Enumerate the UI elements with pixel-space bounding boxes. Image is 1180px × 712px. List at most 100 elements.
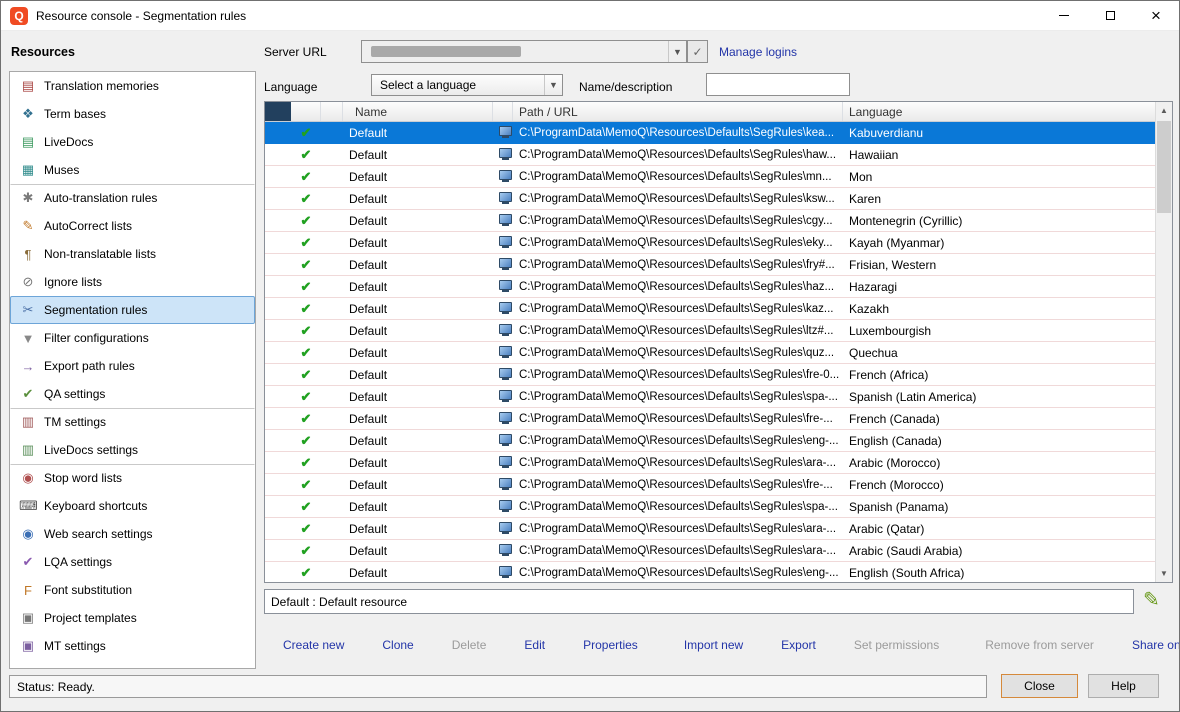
row-selector-cell[interactable] [265, 496, 291, 517]
action-clone[interactable]: Clone [382, 638, 413, 652]
action-import-new[interactable]: Import new [684, 638, 743, 652]
sidebar-item-segmentation-rules[interactable]: ✂Segmentation rules [10, 296, 255, 324]
row-selector-cell[interactable] [265, 364, 291, 385]
table-row[interactable]: ✔DefaultC:\ProgramData\MemoQ\Resources\D… [265, 386, 1155, 408]
table-row[interactable]: ✔DefaultC:\ProgramData\MemoQ\Resources\D… [265, 518, 1155, 540]
table-row[interactable]: ✔DefaultC:\ProgramData\MemoQ\Resources\D… [265, 298, 1155, 320]
table-row[interactable]: ✔DefaultC:\ProgramData\MemoQ\Resources\D… [265, 474, 1155, 496]
close-button[interactable] [1133, 1, 1179, 31]
language-column-header[interactable]: Language [843, 102, 1155, 121]
sidebar-item-filter-configurations[interactable]: ▼Filter configurations [10, 324, 255, 352]
table-row[interactable]: ✔DefaultC:\ProgramData\MemoQ\Resources\D… [265, 144, 1155, 166]
sidebar-item-stop-word-lists[interactable]: ◉Stop word lists [10, 464, 255, 492]
sidebar-item-project-templates[interactable]: ▣Project templates [10, 604, 255, 632]
path-column-header[interactable]: Path / URL [513, 102, 843, 121]
row-selector-cell[interactable] [265, 386, 291, 407]
check-cell: ✔ [291, 364, 321, 385]
sidebar-item-font-substitution[interactable]: FFont substitution [10, 576, 255, 604]
table-row[interactable]: ✔DefaultC:\ProgramData\MemoQ\Resources\D… [265, 210, 1155, 232]
name-column-header[interactable]: Name [343, 102, 493, 121]
row-selector-cell[interactable] [265, 562, 291, 582]
resource-description-input[interactable] [264, 589, 1134, 614]
table-row[interactable]: ✔DefaultC:\ProgramData\MemoQ\Resources\D… [265, 364, 1155, 386]
sidebar-item-label: Auto-translation rules [44, 191, 157, 205]
help-button[interactable]: Help [1088, 674, 1159, 698]
sidebar-item-autocorrect-lists[interactable]: ✎AutoCorrect lists [10, 212, 255, 240]
chevron-down-icon[interactable]: ▼ [544, 75, 562, 95]
action-share-on-server[interactable]: Share on server [1132, 638, 1180, 652]
table-row[interactable]: ✔DefaultC:\ProgramData\MemoQ\Resources\D… [265, 562, 1155, 582]
minimize-button[interactable] [1041, 1, 1087, 31]
close-button[interactable]: Close [1001, 674, 1078, 698]
sidebar-item-term-bases[interactable]: ❖Term bases [10, 100, 255, 128]
action-export[interactable]: Export [781, 638, 816, 652]
row-selector-cell[interactable] [265, 210, 291, 231]
sidebar-item-livedocs[interactable]: ▤LiveDocs [10, 128, 255, 156]
table-row[interactable]: ✔DefaultC:\ProgramData\MemoQ\Resources\D… [265, 430, 1155, 452]
row-selector-cell[interactable] [265, 232, 291, 253]
icon-column-header[interactable] [493, 102, 513, 121]
sidebar-item-mt-settings[interactable]: ▣MT settings [10, 632, 255, 660]
row-selector-cell[interactable] [265, 408, 291, 429]
name-description-input[interactable] [706, 73, 850, 96]
row-selector-cell[interactable] [265, 430, 291, 451]
row-selector-cell[interactable] [265, 298, 291, 319]
row-selector-cell[interactable] [265, 540, 291, 561]
vertical-scrollbar[interactable]: ▲ ▼ [1155, 102, 1172, 582]
row-selector-column-header[interactable] [265, 102, 291, 121]
row-selector-cell[interactable] [265, 166, 291, 187]
scroll-up-button[interactable]: ▲ [1156, 102, 1172, 119]
sidebar-item-translation-memories[interactable]: ▤Translation memories [10, 72, 255, 100]
action-edit[interactable]: Edit [524, 638, 545, 652]
sidebar-item-livedocs-settings[interactable]: ▥LiveDocs settings [10, 436, 255, 464]
edit-pencil-icon[interactable]: ✎ [1143, 587, 1160, 612]
row-selector-cell[interactable] [265, 188, 291, 209]
table-row[interactable]: ✔DefaultC:\ProgramData\MemoQ\Resources\D… [265, 254, 1155, 276]
check-column-header[interactable] [291, 102, 321, 121]
table-row[interactable]: ✔DefaultC:\ProgramData\MemoQ\Resources\D… [265, 408, 1155, 430]
table-row[interactable]: ✔DefaultC:\ProgramData\MemoQ\Resources\D… [265, 188, 1155, 210]
server-url-combobox[interactable]: ▼ [361, 40, 687, 63]
scrollbar-thumb[interactable] [1157, 121, 1171, 213]
sidebar-item-label: QA settings [44, 387, 105, 401]
pin-column-header[interactable] [321, 102, 343, 121]
row-selector-cell[interactable] [265, 144, 291, 165]
sidebar-item-auto-translation-rules[interactable]: ✱Auto-translation rules [10, 184, 255, 212]
sidebar-item-web-search-settings[interactable]: ◉Web search settings [10, 520, 255, 548]
table-row[interactable]: ✔DefaultC:\ProgramData\MemoQ\Resources\D… [265, 232, 1155, 254]
scrollbar-track[interactable] [1156, 119, 1172, 565]
server-url-check-button[interactable]: ✓ [687, 40, 708, 63]
maximize-button[interactable] [1087, 1, 1133, 31]
table-row[interactable]: ✔DefaultC:\ProgramData\MemoQ\Resources\D… [265, 452, 1155, 474]
scroll-down-button[interactable]: ▼ [1156, 565, 1172, 582]
manage-logins-link[interactable]: Manage logins [719, 45, 797, 59]
sidebar-item-ignore-lists[interactable]: ⊘Ignore lists [10, 268, 255, 296]
table-row[interactable]: ✔DefaultC:\ProgramData\MemoQ\Resources\D… [265, 122, 1155, 144]
sidebar-item-muses[interactable]: ▦Muses [10, 156, 255, 184]
language-filter-select[interactable]: Select a language ▼ [371, 74, 563, 96]
table-row[interactable]: ✔DefaultC:\ProgramData\MemoQ\Resources\D… [265, 276, 1155, 298]
row-selector-cell[interactable] [265, 342, 291, 363]
table-row[interactable]: ✔DefaultC:\ProgramData\MemoQ\Resources\D… [265, 540, 1155, 562]
row-selector-cell[interactable] [265, 122, 291, 143]
chevron-down-icon[interactable]: ▼ [668, 41, 686, 62]
sidebar-item-qa-settings[interactable]: ✔QA settings [10, 380, 255, 408]
row-selector-cell[interactable] [265, 474, 291, 495]
sidebar-item-lqa-settings[interactable]: ✔LQA settings [10, 548, 255, 576]
action-properties[interactable]: Properties [583, 638, 638, 652]
action-create-new[interactable]: Create new [283, 638, 344, 652]
table-row[interactable]: ✔DefaultC:\ProgramData\MemoQ\Resources\D… [265, 166, 1155, 188]
mt-settings-icon: ▣ [19, 638, 37, 654]
row-selector-cell[interactable] [265, 276, 291, 297]
row-selector-cell[interactable] [265, 320, 291, 341]
sidebar-item-keyboard-shortcuts[interactable]: ⌨Keyboard shortcuts [10, 492, 255, 520]
sidebar-item-tm-settings[interactable]: ▥TM settings [10, 408, 255, 436]
sidebar-item-export-path-rules[interactable]: →Export path rules [10, 352, 255, 380]
row-selector-cell[interactable] [265, 452, 291, 473]
table-row[interactable]: ✔DefaultC:\ProgramData\MemoQ\Resources\D… [265, 496, 1155, 518]
table-row[interactable]: ✔DefaultC:\ProgramData\MemoQ\Resources\D… [265, 342, 1155, 364]
table-row[interactable]: ✔DefaultC:\ProgramData\MemoQ\Resources\D… [265, 320, 1155, 342]
row-selector-cell[interactable] [265, 254, 291, 275]
row-selector-cell[interactable] [265, 518, 291, 539]
sidebar-item-non-translatable-lists[interactable]: ¶Non-translatable lists [10, 240, 255, 268]
